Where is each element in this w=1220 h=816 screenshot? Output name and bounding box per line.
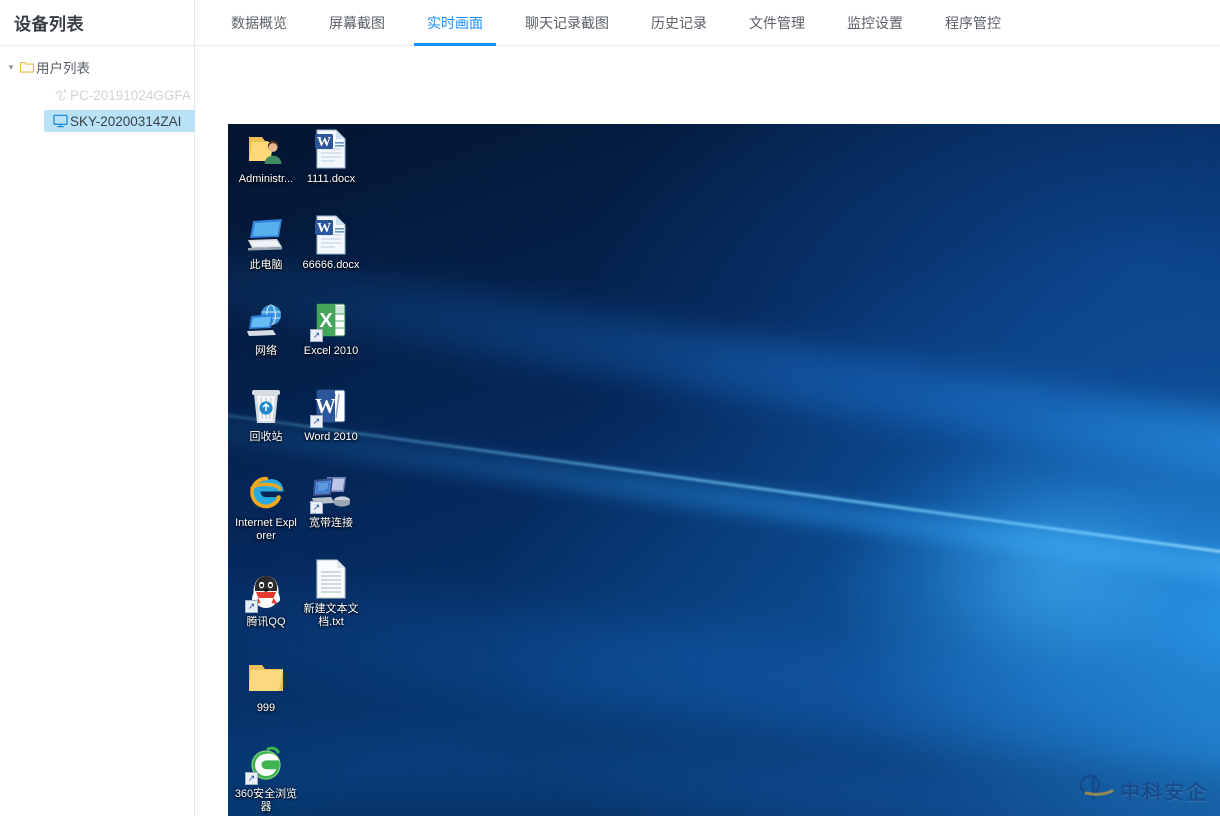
browser-360-icon: ↗ bbox=[245, 743, 287, 785]
tab-screenshot[interactable]: 屏幕截图 bbox=[308, 0, 406, 45]
text-document-icon bbox=[310, 558, 352, 600]
monitor-icon bbox=[50, 114, 70, 128]
tab-file-management[interactable]: 文件管理 bbox=[728, 0, 826, 45]
chevron-down-icon[interactable]: ▾ bbox=[4, 60, 18, 74]
shortcut-arrow-icon: ↗ bbox=[310, 329, 323, 342]
sidebar-item-pc-20191024ggfa[interactable]: PC-20191024GGFA bbox=[44, 84, 196, 106]
desktop-icon-label: 360安全浏览器 bbox=[234, 788, 298, 813]
desktop-icon-label: 腾讯QQ bbox=[246, 616, 286, 628]
desktop-icon-label: 此电脑 bbox=[249, 259, 283, 271]
disconnected-icon bbox=[50, 88, 70, 102]
desktop-icon-label: 网络 bbox=[255, 345, 277, 357]
network-icon bbox=[245, 300, 287, 342]
live-screen-viewport: Administr... 此电脑 网络 回收站 Internet Explore… bbox=[195, 46, 1220, 816]
internet-explorer-icon bbox=[245, 472, 287, 514]
desktop-icon-label: 新建文本文档.txt bbox=[303, 603, 359, 628]
desktop-icon-label: 1111.docx bbox=[306, 173, 356, 185]
folder-icon bbox=[18, 61, 36, 73]
tab-history[interactable]: 历史记录 bbox=[630, 0, 728, 45]
desktop-icon-network[interactable]: 网络 bbox=[232, 300, 300, 358]
desktop-icon-label: Excel 2010 bbox=[303, 345, 359, 357]
remote-desktop-view[interactable]: Administr... 此电脑 网络 回收站 Internet Explore… bbox=[228, 124, 1220, 816]
app-root: 设备列表 ▾ 用户列表 PC-20191024GGFA SKY-20200314… bbox=[0, 0, 1220, 816]
desktop-icon-label: 999 bbox=[256, 702, 276, 714]
sidebar-item-label: PC-20191024GGFA bbox=[70, 87, 190, 103]
desktop-icon-1111-docx[interactable]: W 1111.docx bbox=[297, 128, 365, 186]
tab-chat-log-screenshot[interactable]: 聊天记录截图 bbox=[504, 0, 630, 45]
desktop-icon-broadband-connection[interactable]: ↗ 宽带连接 bbox=[297, 472, 365, 530]
desktop-icon-label: Administr... bbox=[238, 173, 294, 185]
broadband-connection-icon: ↗ bbox=[310, 472, 352, 514]
this-pc-icon bbox=[245, 214, 287, 256]
user-folder-icon bbox=[245, 128, 287, 170]
recycle-bin-icon bbox=[245, 386, 287, 428]
sidebar-item-label: SKY-20200314ZAI bbox=[70, 113, 182, 129]
desktop-icon-999[interactable]: 999 bbox=[232, 657, 300, 715]
desktop-icon-label: Internet Explorer bbox=[235, 517, 297, 542]
folder-icon bbox=[245, 657, 287, 699]
desktop-icon-excel-2010[interactable]: X ↗ Excel 2010 bbox=[297, 300, 365, 358]
word-icon: W ↗ bbox=[310, 386, 352, 428]
desktop-icon-recycle-bin[interactable]: 回收站 bbox=[232, 386, 300, 444]
desktop-icon-66666-docx[interactable]: W 66666.docx bbox=[297, 214, 365, 272]
shortcut-arrow-icon: ↗ bbox=[245, 772, 258, 785]
device-list-sidebar: 设备列表 ▾ 用户列表 PC-20191024GGFA SKY-20200314… bbox=[0, 0, 196, 816]
svg-text:W: W bbox=[317, 221, 331, 236]
desktop-icon-label: 66666.docx bbox=[302, 259, 360, 271]
desktop-icon-360-browser[interactable]: ↗ 360安全浏览器 bbox=[232, 743, 300, 814]
device-tree: ▾ 用户列表 PC-20191024GGFA SKY-20200314ZAI bbox=[0, 46, 196, 132]
desktop-icon-this-pc[interactable]: 此电脑 bbox=[232, 214, 300, 272]
word-document-icon: W bbox=[310, 128, 352, 170]
shortcut-arrow-icon: ↗ bbox=[245, 600, 258, 613]
word-document-icon: W bbox=[310, 214, 352, 256]
svg-text:W: W bbox=[317, 135, 331, 150]
tree-root-label: 用户列表 bbox=[36, 61, 90, 76]
tab-monitor-settings[interactable]: 监控设置 bbox=[826, 0, 924, 45]
wallpaper-glow bbox=[833, 414, 1220, 733]
desktop-icon-word-2010[interactable]: W ↗ Word 2010 bbox=[297, 386, 365, 444]
excel-icon: X ↗ bbox=[310, 300, 352, 342]
shortcut-arrow-icon: ↗ bbox=[310, 415, 323, 428]
tab-data-overview[interactable]: 数据概览 bbox=[210, 0, 308, 45]
tree-root-user-list[interactable]: ▾ 用户列表 bbox=[0, 56, 194, 78]
tab-live-screen[interactable]: 实时画面 bbox=[406, 0, 504, 46]
tab-program-control[interactable]: 程序管控 bbox=[924, 0, 1022, 45]
desktop-icon-label: Word 2010 bbox=[304, 431, 358, 443]
page-title: 设备列表 bbox=[0, 0, 194, 46]
sidebar-item-sky-20200314zai[interactable]: SKY-20200314ZAI bbox=[44, 110, 196, 132]
shortcut-arrow-icon: ↗ bbox=[310, 501, 323, 514]
desktop-icon-new-text-document[interactable]: 新建文本文档.txt bbox=[297, 558, 365, 629]
tencent-qq-icon: ↗ bbox=[245, 571, 287, 613]
desktop-icon-label: 回收站 bbox=[249, 431, 283, 443]
main-panel: 数据概览 屏幕截图 实时画面 聊天记录截图 历史记录 文件管理 监控设置 程序管… bbox=[195, 0, 1220, 816]
desktop-icon-internet-explorer[interactable]: Internet Explorer bbox=[232, 472, 300, 543]
desktop-icon-tencent-qq[interactable]: ↗ 腾讯QQ bbox=[232, 571, 300, 629]
desktop-icon-administrator[interactable]: Administr... bbox=[232, 128, 300, 186]
desktop-icon-label: 宽带连接 bbox=[309, 517, 353, 529]
tab-bar: 数据概览 屏幕截图 实时画面 聊天记录截图 历史记录 文件管理 监控设置 程序管… bbox=[195, 0, 1220, 46]
